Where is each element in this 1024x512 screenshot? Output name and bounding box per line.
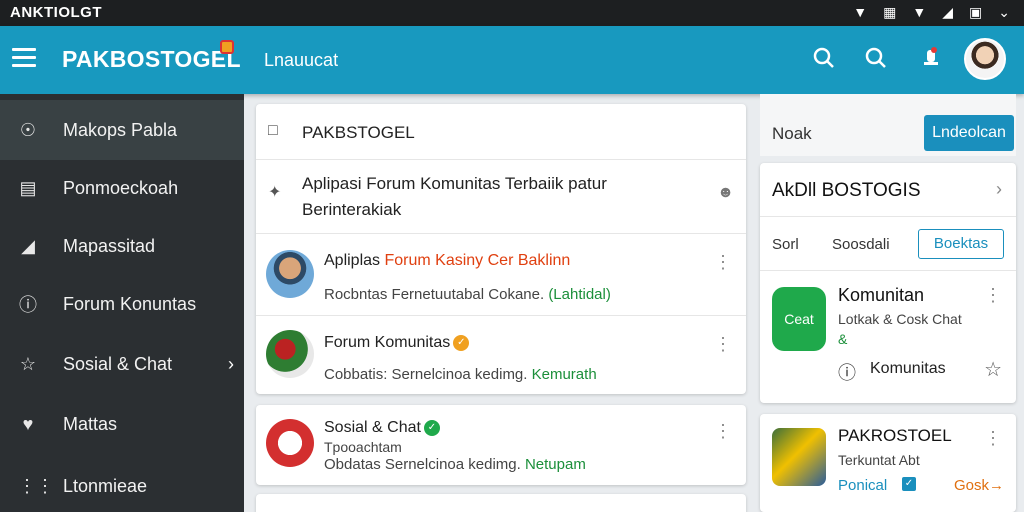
notification-icon[interactable] [920,46,942,77]
star-icon[interactable]: ☆ [984,357,1002,382]
sidebar-item-label: Sosial & Chat [63,353,173,374]
app-thumbnail [772,428,826,486]
sidebar-item-mattas[interactable]: ♥ Mattas [0,394,244,454]
chevron-right-icon[interactable]: › [996,179,1002,200]
top-action-button[interactable]: Lndeolcan [924,115,1014,151]
post-title: Sosial & Chat ✓ [324,419,440,437]
status-bar: ANKTIOLGT ▼ ▦ ▼ ◢ ▣ ⌄ [0,0,1024,26]
app-card: AkDll BOSTOGIS › Sorl Soosdali Boektas C… [760,163,1016,403]
post-item[interactable]: Forum Komunitas ✓ Cobbatis: Sernelcinoa k… [256,316,746,394]
sidebar-item-label: Mapassitad [63,235,156,256]
app-subtitle: Lnauucat [264,50,339,70]
post-subtitle: Obdatas Sernelcinoa kedimg. Netupam [324,456,586,473]
more-options-icon[interactable]: ⋮ [714,421,732,442]
app-item[interactable]: Ceat Komunitan Lotkak & Cosk Chat & ⓘ Ko… [760,271,1016,401]
chevron-right-icon: › [228,353,234,374]
feed-header: □ PAKBSTOGEL [256,104,746,160]
sidebar: ☉ Makops Pabla ▤ Ponmoeckoah ◢ Mapassita… [0,94,244,512]
feed-card: Sosial & Chat ✓ Tpooachtam Obdatas Sernel… [256,405,746,485]
status-icons: ▼ ▦ ▼ ◢ ▣ ⌄ [853,4,1010,21]
app-item-footer: Komunitas [870,360,946,377]
right-panel-header: Noak Lndeolcan [760,94,1016,156]
alert-icon: ⓘ [19,295,37,315]
alert-icon: ⓘ [838,363,856,383]
intro-line-2: Berinterakiak [302,200,402,219]
verified-badge-icon: ✓ [453,335,470,351]
user-icon: ☉ [19,119,37,140]
sidebar-item-label: Makops Pabla [63,119,178,140]
more-options-icon[interactable]: ⋮ [714,334,732,355]
app-item-subtitle: Terkuntat Abt [838,452,920,468]
sidebar-item-ltonmieae[interactable]: ⋮⋮ Ltonmieae [0,456,244,512]
post-title: Apliplas Forum Kasiny Cer Baklinn [324,252,571,269]
app-card-header: AkDll BOSTOGIS › [760,163,1016,217]
battery-icon: ◢ [942,4,954,20]
post-avatar [266,330,314,378]
right-panel-label: Noak [772,124,812,143]
intro-line-1: Aplipasi Forum Komunitas Terbaiik patur [302,174,607,193]
app-item-footer: Ponical [838,477,888,494]
post-avatar [266,250,314,298]
post-title: Forum Komunitas ✓ [324,334,470,352]
sidebar-item-label: Forum Konuntas [63,293,197,314]
app-item-title: Komunitan [838,285,925,305]
app-card-title: AkDll BOSTOGIS [772,180,921,201]
post-subtitle: Cobbatis: Sernelcinoa kedimg. Kemurath [324,366,597,383]
sidebar-item-mapassitad[interactable]: ◢ Mapassitad [0,216,244,276]
star-icon: ☆ [19,353,37,374]
rotate-icon: ▣ [969,4,983,20]
action-link[interactable]: Gosk→ [954,477,1004,494]
sidebar-item-forum-konuntas[interactable]: ⓘ Forum Konuntas [0,274,244,334]
heart-icon: ♥ [22,413,34,434]
app-icon: Ceat [772,287,826,351]
app-item[interactable]: PAKROSTOEL Terkuntat Abt Ponical ✓ Gosk→… [760,414,1016,512]
hamburger-menu-button[interactable] [12,48,36,70]
app-card-tabs: Sorl Soosdali Boektas [760,217,1016,271]
brand-title: PAKBOSTOGEL [62,46,241,72]
app-bar: PAKBOSTOGEL Lnauucat [0,26,1024,94]
post-subtitle-extra: Tpooachtam [324,439,402,455]
bag-icon: ▤ [19,177,37,198]
tab-soosdali[interactable]: Soosdali [832,236,890,253]
signal-icon: ▼ [853,4,868,20]
more-options-icon[interactable]: ⋮ [984,428,1002,449]
app-card: PAKROSTOEL Terkuntat Abt Ponical ✓ Gosk→… [760,414,1016,512]
post-item[interactable]: Sosial & Chat ✓ Tpooachtam Obdatas Sernel… [256,405,746,485]
sidebar-item-label: Ltonmieae [63,475,148,496]
info-badge-icon: ✓ [902,477,916,491]
feed-intro: ✦ Aplipasi Forum Komunitas Terbaiik patu… [256,160,746,234]
more-options-icon[interactable]: ⋮ [714,252,732,273]
more-options-icon[interactable]: ⋮ [984,285,1002,306]
wifi-icon: ▼ [912,4,927,20]
sidebar-item-makops-pabla[interactable]: ☉ Makops Pabla [0,100,244,160]
brand-badge-icon [220,40,234,54]
app-item-subtitle: Lotkak & Cosk Chat [838,311,962,327]
user-avatar[interactable] [964,38,1006,80]
feed-title: PAKBSTOGEL [302,123,415,142]
grid-icon: ⋮⋮ [18,475,54,496]
profile-icon[interactable]: ☻ [717,184,734,202]
sidebar-item-sosial-chat[interactable]: ☆ Sosial & Chat › [0,334,244,394]
post-item[interactable]: Apliplas Forum Kasiny Cer Baklinn Rocbnt… [256,234,746,316]
search-icon[interactable] [864,46,888,77]
feed-card-partial [256,494,746,512]
search-icon[interactable] [812,46,836,77]
app-item-title: PAKROSTOEL [838,426,952,445]
sidebar-item-label: Mattas [63,413,118,434]
sidebar-item-label: Ponmoeckoah [63,177,179,198]
status-title: ANKTIOLGT [10,4,102,21]
feed-card: □ PAKBSTOGEL ✦ Aplipasi Forum Komunitas … [256,104,746,394]
sim-icon: ▦ [883,4,897,20]
tab-sorl[interactable]: Sorl [772,236,799,253]
post-subtitle: Rocbntas Fernetuutabal Cokane. (Lahtidal… [324,286,611,303]
app-item-subtitle-2: & [838,331,848,347]
post-avatar [266,419,314,467]
sparkle-icon: ✦ [268,184,282,201]
tab-boektas-button[interactable]: Boektas [918,229,1004,259]
sidebar-item-ponmoeckoah[interactable]: ▤ Ponmoeckoah [0,158,244,218]
image-icon: ◢ [21,235,35,256]
dropdown-icon[interactable]: ⌄ [998,4,1010,21]
square-icon: □ [268,122,278,139]
verified-badge-icon: ✓ [423,420,440,436]
